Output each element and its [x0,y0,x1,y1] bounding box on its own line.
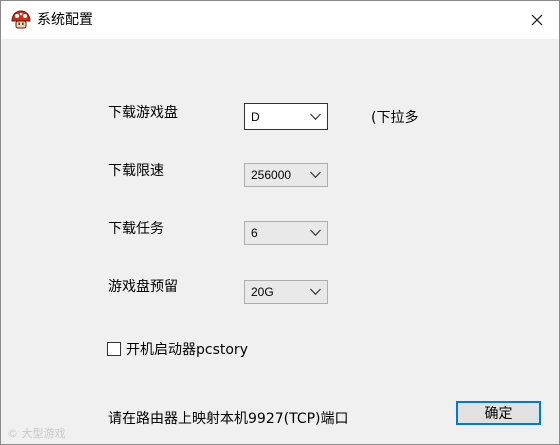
settings-dialog: 系统配置 下载游戏盘 D (下拉多 下载限速 256000 下载任务 6 游戏盘… [0,0,560,445]
speed-limit-select[interactable]: 256000 [244,163,328,187]
disk-reserve-select[interactable]: 20G [244,280,328,304]
chevron-down-icon [310,171,321,179]
close-icon [531,14,543,26]
window-title: 系统配置 [37,12,93,28]
ok-button-label: 确定 [484,406,513,422]
port-mapping-note: 请在路由器上映射本机9927(TCP)端口 [108,411,349,427]
chevron-down-icon [310,229,321,237]
chevron-down-icon [310,288,321,296]
speed-limit-label: 下载限速 [108,163,164,179]
game-disk-hint: (下拉多 [371,110,419,126]
disk-reserve-label: 游戏盘预留 [108,279,178,295]
disk-reserve-value: 20G [251,285,274,299]
game-disk-label: 下载游戏盘 [108,105,178,121]
autostart-checkbox[interactable] [107,342,121,356]
watermark: © 大型游戏 [7,427,66,440]
title-bar: 系统配置 [1,1,559,39]
app-icon [11,10,31,30]
game-disk-value: D [251,109,260,124]
chevron-down-icon [310,113,321,120]
download-tasks-label: 下载任务 [108,221,164,237]
autostart-label[interactable]: 开机启动器pcstory [126,341,248,359]
speed-limit-value: 256000 [251,168,292,182]
download-tasks-value: 6 [251,226,258,240]
download-tasks-select[interactable]: 6 [244,221,328,245]
game-disk-select[interactable]: D [244,103,328,130]
close-button[interactable] [515,1,559,39]
ok-button[interactable]: 确定 [456,401,541,425]
